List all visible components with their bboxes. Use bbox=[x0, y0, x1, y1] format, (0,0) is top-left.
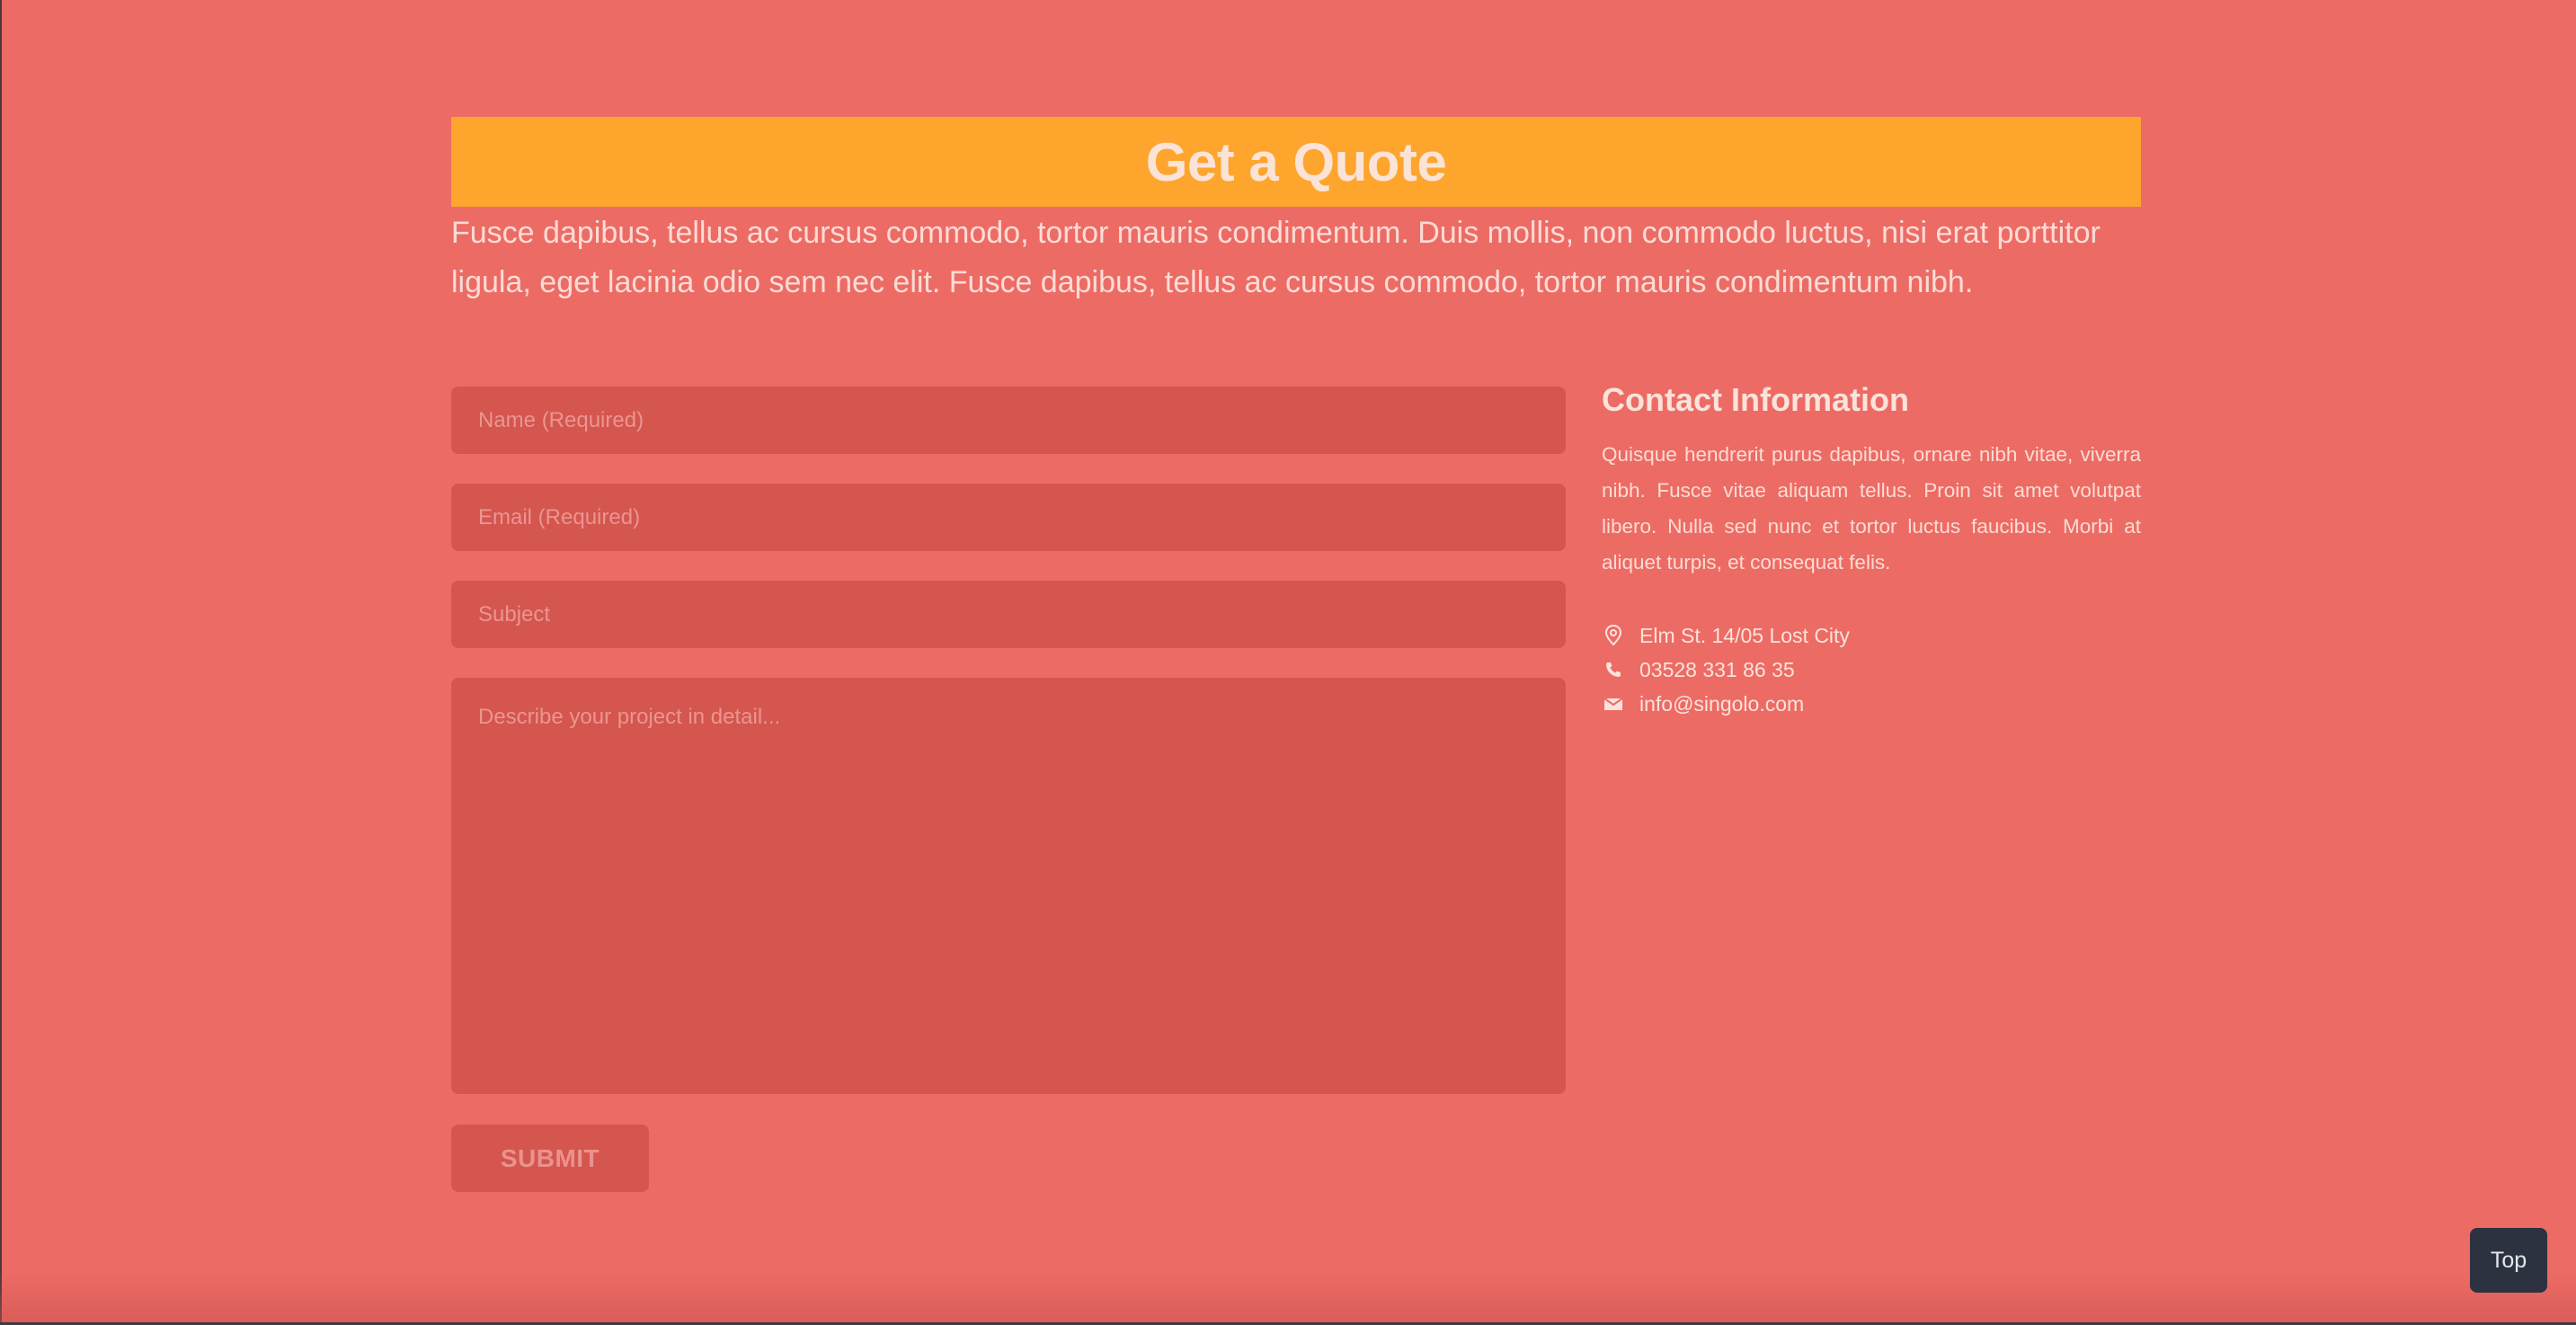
email-input[interactable]: Email (Required) bbox=[451, 484, 1566, 551]
submit-button[interactable]: SUBMIT bbox=[451, 1125, 649, 1192]
name-input[interactable]: Name (Required) bbox=[451, 387, 1566, 454]
description-textarea[interactable]: Describe your project in detail... bbox=[451, 678, 1566, 1094]
phone-icon bbox=[1602, 658, 1625, 681]
subject-placeholder: Subject bbox=[478, 601, 551, 627]
contact-title: Contact Information bbox=[1602, 381, 1909, 418]
quote-intro: Fusce dapibus, tellus ac cursus commodo,… bbox=[451, 216, 2101, 299]
map-pin-icon bbox=[1602, 624, 1625, 647]
page-bottom-shade bbox=[0, 1271, 2576, 1325]
envelope-icon bbox=[1602, 692, 1625, 716]
contact-phone: 03528 331 86 35 bbox=[1639, 657, 1795, 681]
contact-description: Quisque hendrerit purus dapibus, ornare … bbox=[1602, 443, 2141, 574]
subject-input[interactable]: Subject bbox=[451, 581, 1566, 648]
back-to-top-button[interactable]: Top bbox=[2470, 1228, 2547, 1293]
quote-title: Get a Quote bbox=[1145, 131, 1447, 192]
name-placeholder: Name (Required) bbox=[478, 407, 644, 432]
contact-phone-row: 03528 331 86 35 bbox=[1602, 654, 1795, 686]
contact-address: Elm St. 14/05 Lost City bbox=[1639, 623, 1850, 647]
back-to-top-label: Top bbox=[2490, 1247, 2527, 1273]
page-left-edge bbox=[0, 0, 2, 1325]
description-placeholder: Describe your project in detail... bbox=[478, 705, 781, 729]
contact-email[interactable]: info@singolo.com bbox=[1639, 692, 1804, 716]
contact-address-row: Elm St. 14/05 Lost City bbox=[1602, 619, 1850, 652]
contact-email-row: info@singolo.com bbox=[1602, 688, 1804, 720]
submit-label: SUBMIT bbox=[500, 1143, 600, 1172]
quote-banner: Get a Quote bbox=[451, 117, 2141, 207]
email-placeholder: Email (Required) bbox=[478, 504, 641, 529]
